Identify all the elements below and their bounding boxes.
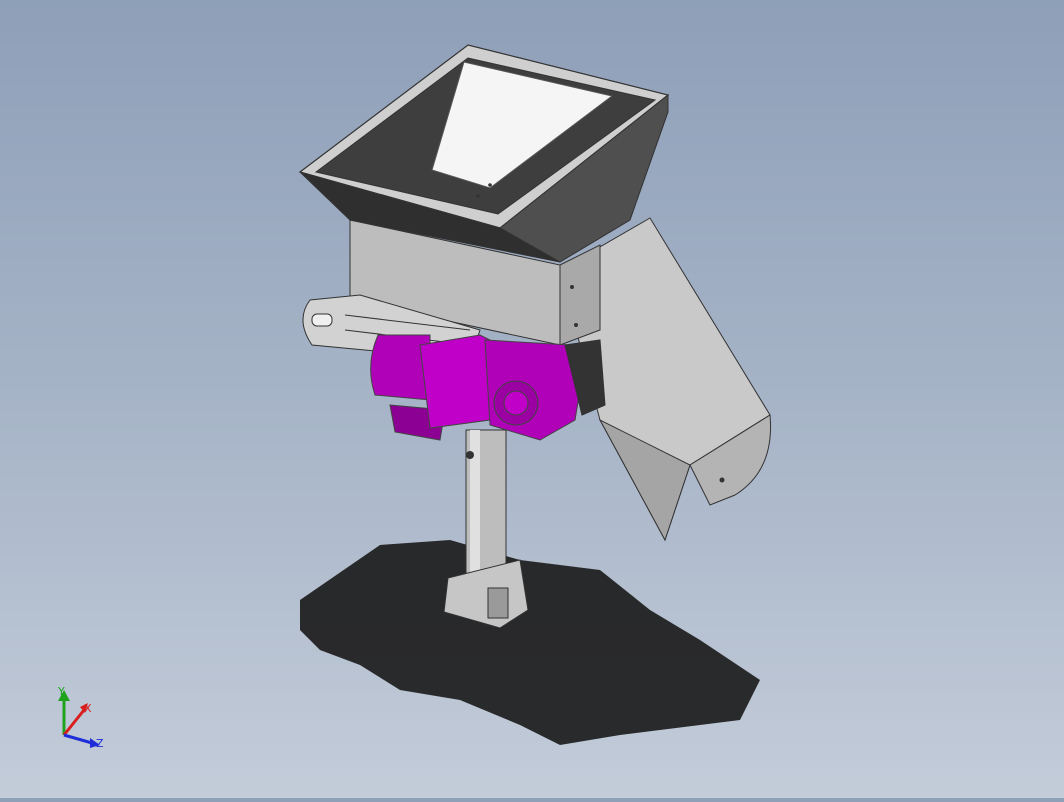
z-axis-label: Z [96,737,104,750]
x-axis [62,709,86,736]
support-column[interactable] [443,429,529,629]
cad-viewport[interactable]: Y X Z [0,0,1064,798]
model-shadow [300,540,760,745]
model-canvas[interactable]: Y X Z [0,0,1064,798]
x-axis-label: X [84,702,92,715]
coordinate-triad[interactable]: Y X Z [57,685,104,750]
y-axis-label: Y [57,685,65,698]
column-bolt [466,451,474,459]
z-axis [63,733,93,745]
gear-motor[interactable] [370,334,606,441]
chute-bolt [719,477,725,483]
tension-slot [311,313,333,327]
